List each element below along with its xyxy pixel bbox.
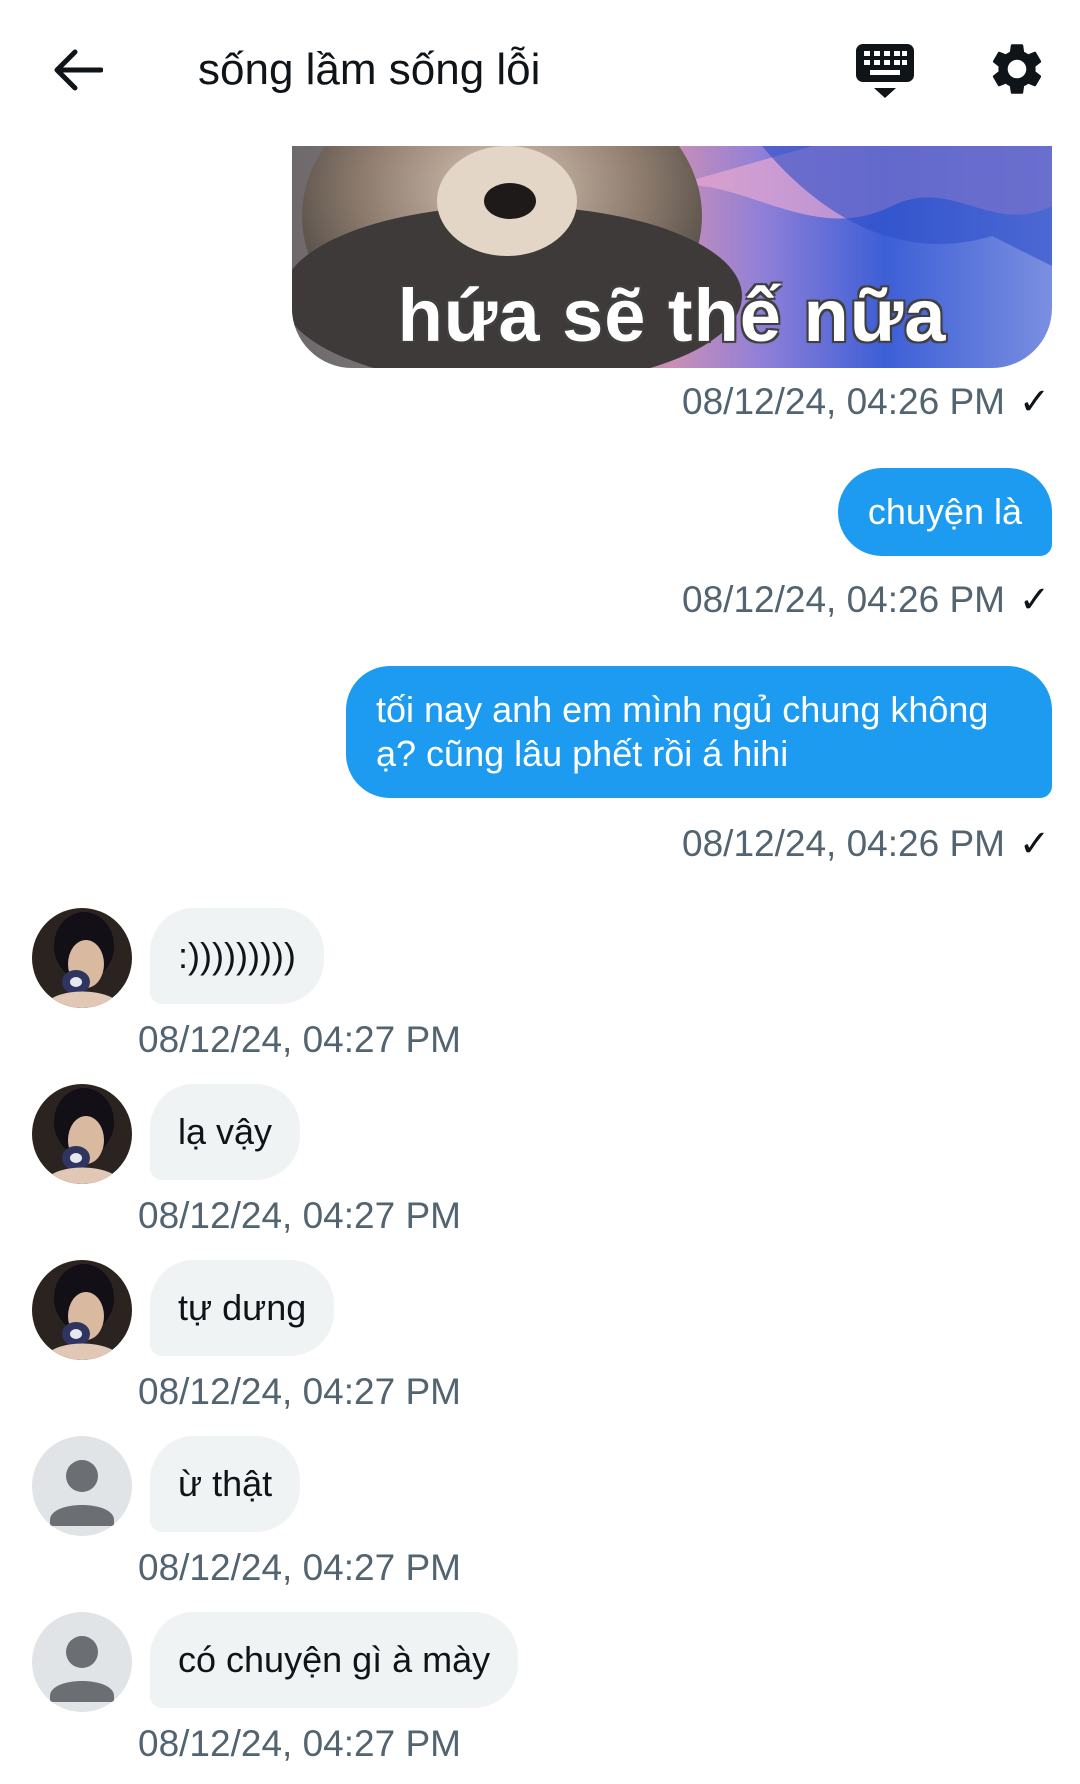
avatar[interactable] [32,908,132,1008]
settings-button[interactable] [986,38,1048,100]
user-photo-avatar [32,1084,132,1184]
back-button[interactable] [48,40,108,100]
message-timestamp: 08/12/24, 04:27 PM [138,1723,461,1764]
received-message-bubble[interactable]: có chuyện gì à mày [150,1612,519,1708]
default-user-icon [32,1612,132,1712]
image-caption-text: hứa sẽ thế nữa [397,274,947,357]
avatar[interactable] [32,1260,132,1360]
sent-check-icon: ✓ [1018,823,1050,864]
conversation-title[interactable]: sống lầm sống lỗi [198,40,540,100]
received-message-bubble[interactable]: ừ thật [150,1436,301,1532]
message-timestamp: 08/12/24, 04:27 PM [138,1547,461,1588]
gear-icon [992,44,1042,94]
default-user-icon [32,1436,132,1536]
received-message-bubble[interactable]: tự dưng [150,1260,335,1356]
sent-image-message[interactable]: hứa sẽ thế nữa [292,146,1052,368]
sent-check-icon: ✓ [1018,579,1050,620]
sent-message-bubble[interactable]: tối nay anh em mình ngủ chung không ạ? c… [346,666,1052,798]
sent-check-icon: ✓ [1018,381,1050,422]
message-timestamp: 08/12/24, 04:26 PM ✓ [682,579,1050,620]
message-timestamp: 08/12/24, 04:27 PM [138,1195,461,1236]
sent-message-bubble[interactable]: chuyện là [837,468,1052,556]
received-message-bubble[interactable]: lạ vậy [150,1084,301,1180]
keyboard-shortcuts-button[interactable] [852,38,918,104]
arrow-left-icon [54,49,103,91]
received-message-bubble[interactable]: :))))))))) [150,908,324,1004]
keyboard-icon [856,44,914,98]
avatar[interactable] [32,1612,132,1712]
avatar[interactable] [32,1084,132,1184]
message-timestamp: 08/12/24, 04:27 PM [138,1019,461,1060]
user-photo-avatar [32,908,132,1008]
user-photo-avatar [32,1260,132,1360]
message-timestamp: 08/12/24, 04:27 PM [138,1371,461,1412]
chat-header: sống lầm sống lỗi [0,0,1080,140]
message-timestamp: 08/12/24, 04:26 PM ✓ [682,381,1050,422]
avatar[interactable] [32,1436,132,1536]
message-timestamp: 08/12/24, 04:26 PM ✓ [682,823,1050,864]
